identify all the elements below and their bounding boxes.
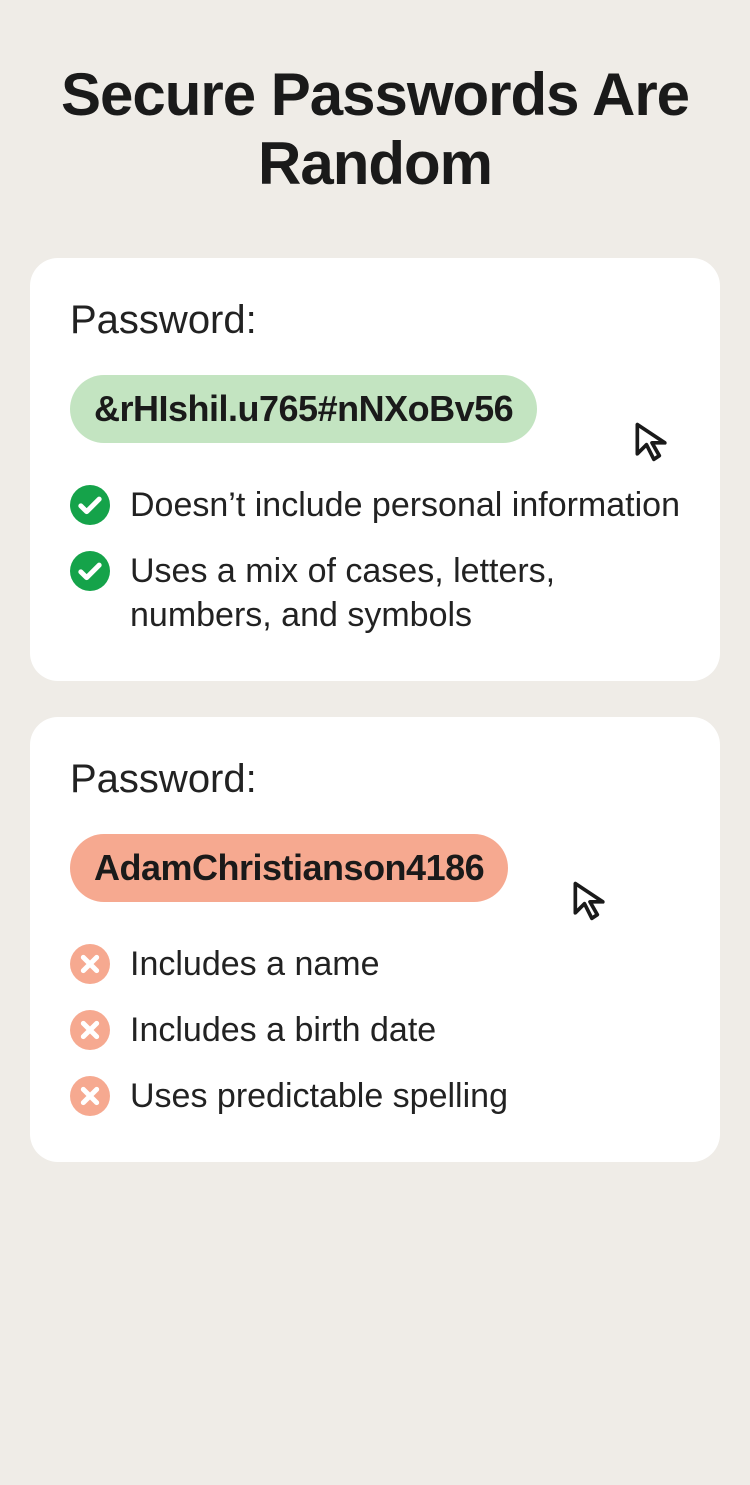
password-row: &rHIshil.u765#nNXoBv56 [70, 375, 680, 443]
page-title: Secure Passwords Are Random [30, 60, 720, 198]
cursor-icon [568, 878, 612, 922]
bad-point-item: Includes a name [70, 942, 680, 986]
bad-password-pill: AdamChristianson4186 [70, 834, 508, 902]
bad-point-item: Includes a birth date [70, 1008, 680, 1052]
good-point-text: Doesn’t include personal information [130, 483, 680, 527]
bad-point-text: Includes a name [130, 942, 680, 986]
x-icon [70, 1076, 110, 1116]
password-label: Password: [70, 757, 680, 802]
bad-point-item: Uses predictable spelling [70, 1074, 680, 1118]
good-password-card: Password: &rHIshil.u765#nNXoBv56 Doesn’t… [30, 258, 720, 681]
check-icon [70, 485, 110, 525]
bad-point-text: Includes a birth date [130, 1008, 680, 1052]
good-points-list: Doesn’t include personal information Use… [70, 483, 680, 638]
good-point-item: Doesn’t include personal information [70, 483, 680, 527]
check-icon [70, 551, 110, 591]
password-row: AdamChristianson4186 [70, 834, 680, 902]
x-icon [70, 944, 110, 984]
bad-password-card: Password: AdamChristianson4186 Includes … [30, 717, 720, 1162]
x-icon [70, 1010, 110, 1050]
password-label: Password: [70, 298, 680, 343]
cursor-icon [630, 419, 674, 463]
bad-point-text: Uses predictable spelling [130, 1074, 680, 1118]
good-point-item: Uses a mix of cases, letters, numbers, a… [70, 549, 680, 637]
good-password-pill: &rHIshil.u765#nNXoBv56 [70, 375, 537, 443]
bad-points-list: Includes a name Includes a birth date Us… [70, 942, 680, 1119]
good-point-text: Uses a mix of cases, letters, numbers, a… [130, 549, 680, 637]
